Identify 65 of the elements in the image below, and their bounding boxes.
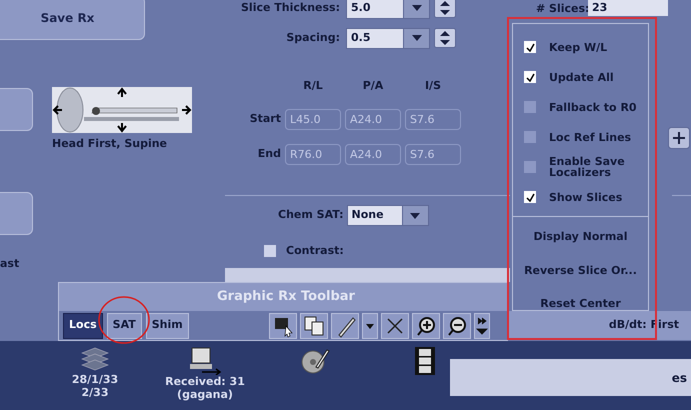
toolbar-tab[interactable]: Shim [146,312,189,338]
slices-field[interactable]: 23 [588,0,668,16]
column-header: P/A [362,78,384,94]
menu-item-label[interactable]: Loc Ref Lines [549,132,639,142]
cross-icon[interactable] [380,312,409,338]
column-header: I/S [424,78,442,94]
slices-label: # Slices: [536,1,590,17]
disc-pen-icon[interactable] [300,347,330,375]
caret-icon[interactable] [362,312,378,338]
taskbar-field[interactable]: es [450,359,691,396]
menu-checkbox[interactable] [524,161,536,173]
row-label: Start [248,110,282,127]
annotation-circle [96,294,152,346]
patient-position-label: Head First, Supine [52,136,168,152]
spin-arrows-icon[interactable] [434,0,456,18]
side-label: ast [0,256,20,272]
coordinate-field[interactable]: L45.0 [285,108,341,130]
coordinate-field[interactable]: S7.6 [405,144,461,164]
taskbar-label: Received: 31 [165,375,245,388]
menu-checkbox[interactable] [524,71,536,83]
more-icon[interactable] [474,312,490,338]
column-header: R/L [302,78,324,94]
menu-item-label[interactable]: Keep W/L [549,42,639,52]
menu-checkbox[interactable] [524,131,536,143]
layer-stack-icon[interactable] [80,347,110,373]
menu-item[interactable]: Reset Center [540,296,621,312]
coordinate-field[interactable]: A24.0 [345,144,401,164]
menu-item[interactable]: Reverse Slice Or... [524,262,637,279]
field-label: Spacing: [285,30,341,46]
toolbar-tab[interactable]: SAT [106,312,142,338]
coordinate-field[interactable]: A24.0 [345,108,401,130]
row-label: End [256,146,282,162]
brush-icon[interactable] [330,312,359,338]
contrast-label: Contrast: [286,243,344,259]
menu-checkbox[interactable] [524,101,536,113]
zoom-out-icon[interactable] [442,312,471,338]
film-strip-icon[interactable] [415,347,435,375]
zoom-in-icon[interactable] [412,312,440,338]
spin-arrows-icon[interactable] [434,28,456,48]
menu-item-label[interactable]: Update All [549,72,639,82]
taskbar-label: (gagana) [177,388,233,401]
menu-checkbox[interactable] [524,191,536,203]
coordinate-field[interactable]: R76.0 [285,144,341,164]
plus-minus-button[interactable] [668,127,690,149]
menu-item-label[interactable]: Enable Save Localizers [549,156,639,178]
computer-icon[interactable] [188,347,222,375]
chem-sat-dropdown[interactable]: None [346,205,429,226]
coordinate-field[interactable]: S7.6 [405,108,461,130]
field-label: Slice Thickness: [240,0,341,16]
contrast-checkbox[interactable] [264,245,276,258]
copy-rx-icon[interactable] [300,312,328,338]
dropdown-field[interactable]: 5.0 [346,0,430,18]
toolbar-tab[interactable]: Locs [63,312,103,338]
dropdown-field[interactable]: 0.5 [346,28,430,48]
chem-sat-label: Chem SAT: [278,207,344,224]
menu-item[interactable]: Display Normal [533,229,628,246]
menu-checkbox[interactable] [524,41,536,53]
taskbar-label: 28/1/33 [72,373,118,386]
taskbar-label: 2/33 [82,386,108,399]
toolbar-title: Graphic Rx Toolbar [216,288,356,306]
menu-item-label[interactable]: Show Slices [549,192,639,202]
patient-position-drawing[interactable] [52,87,192,133]
select-cursor-icon[interactable] [268,312,297,338]
save-rx-button[interactable]: Save Rx [0,0,145,40]
menu-item-label[interactable]: Fallback to R0 [549,102,639,112]
